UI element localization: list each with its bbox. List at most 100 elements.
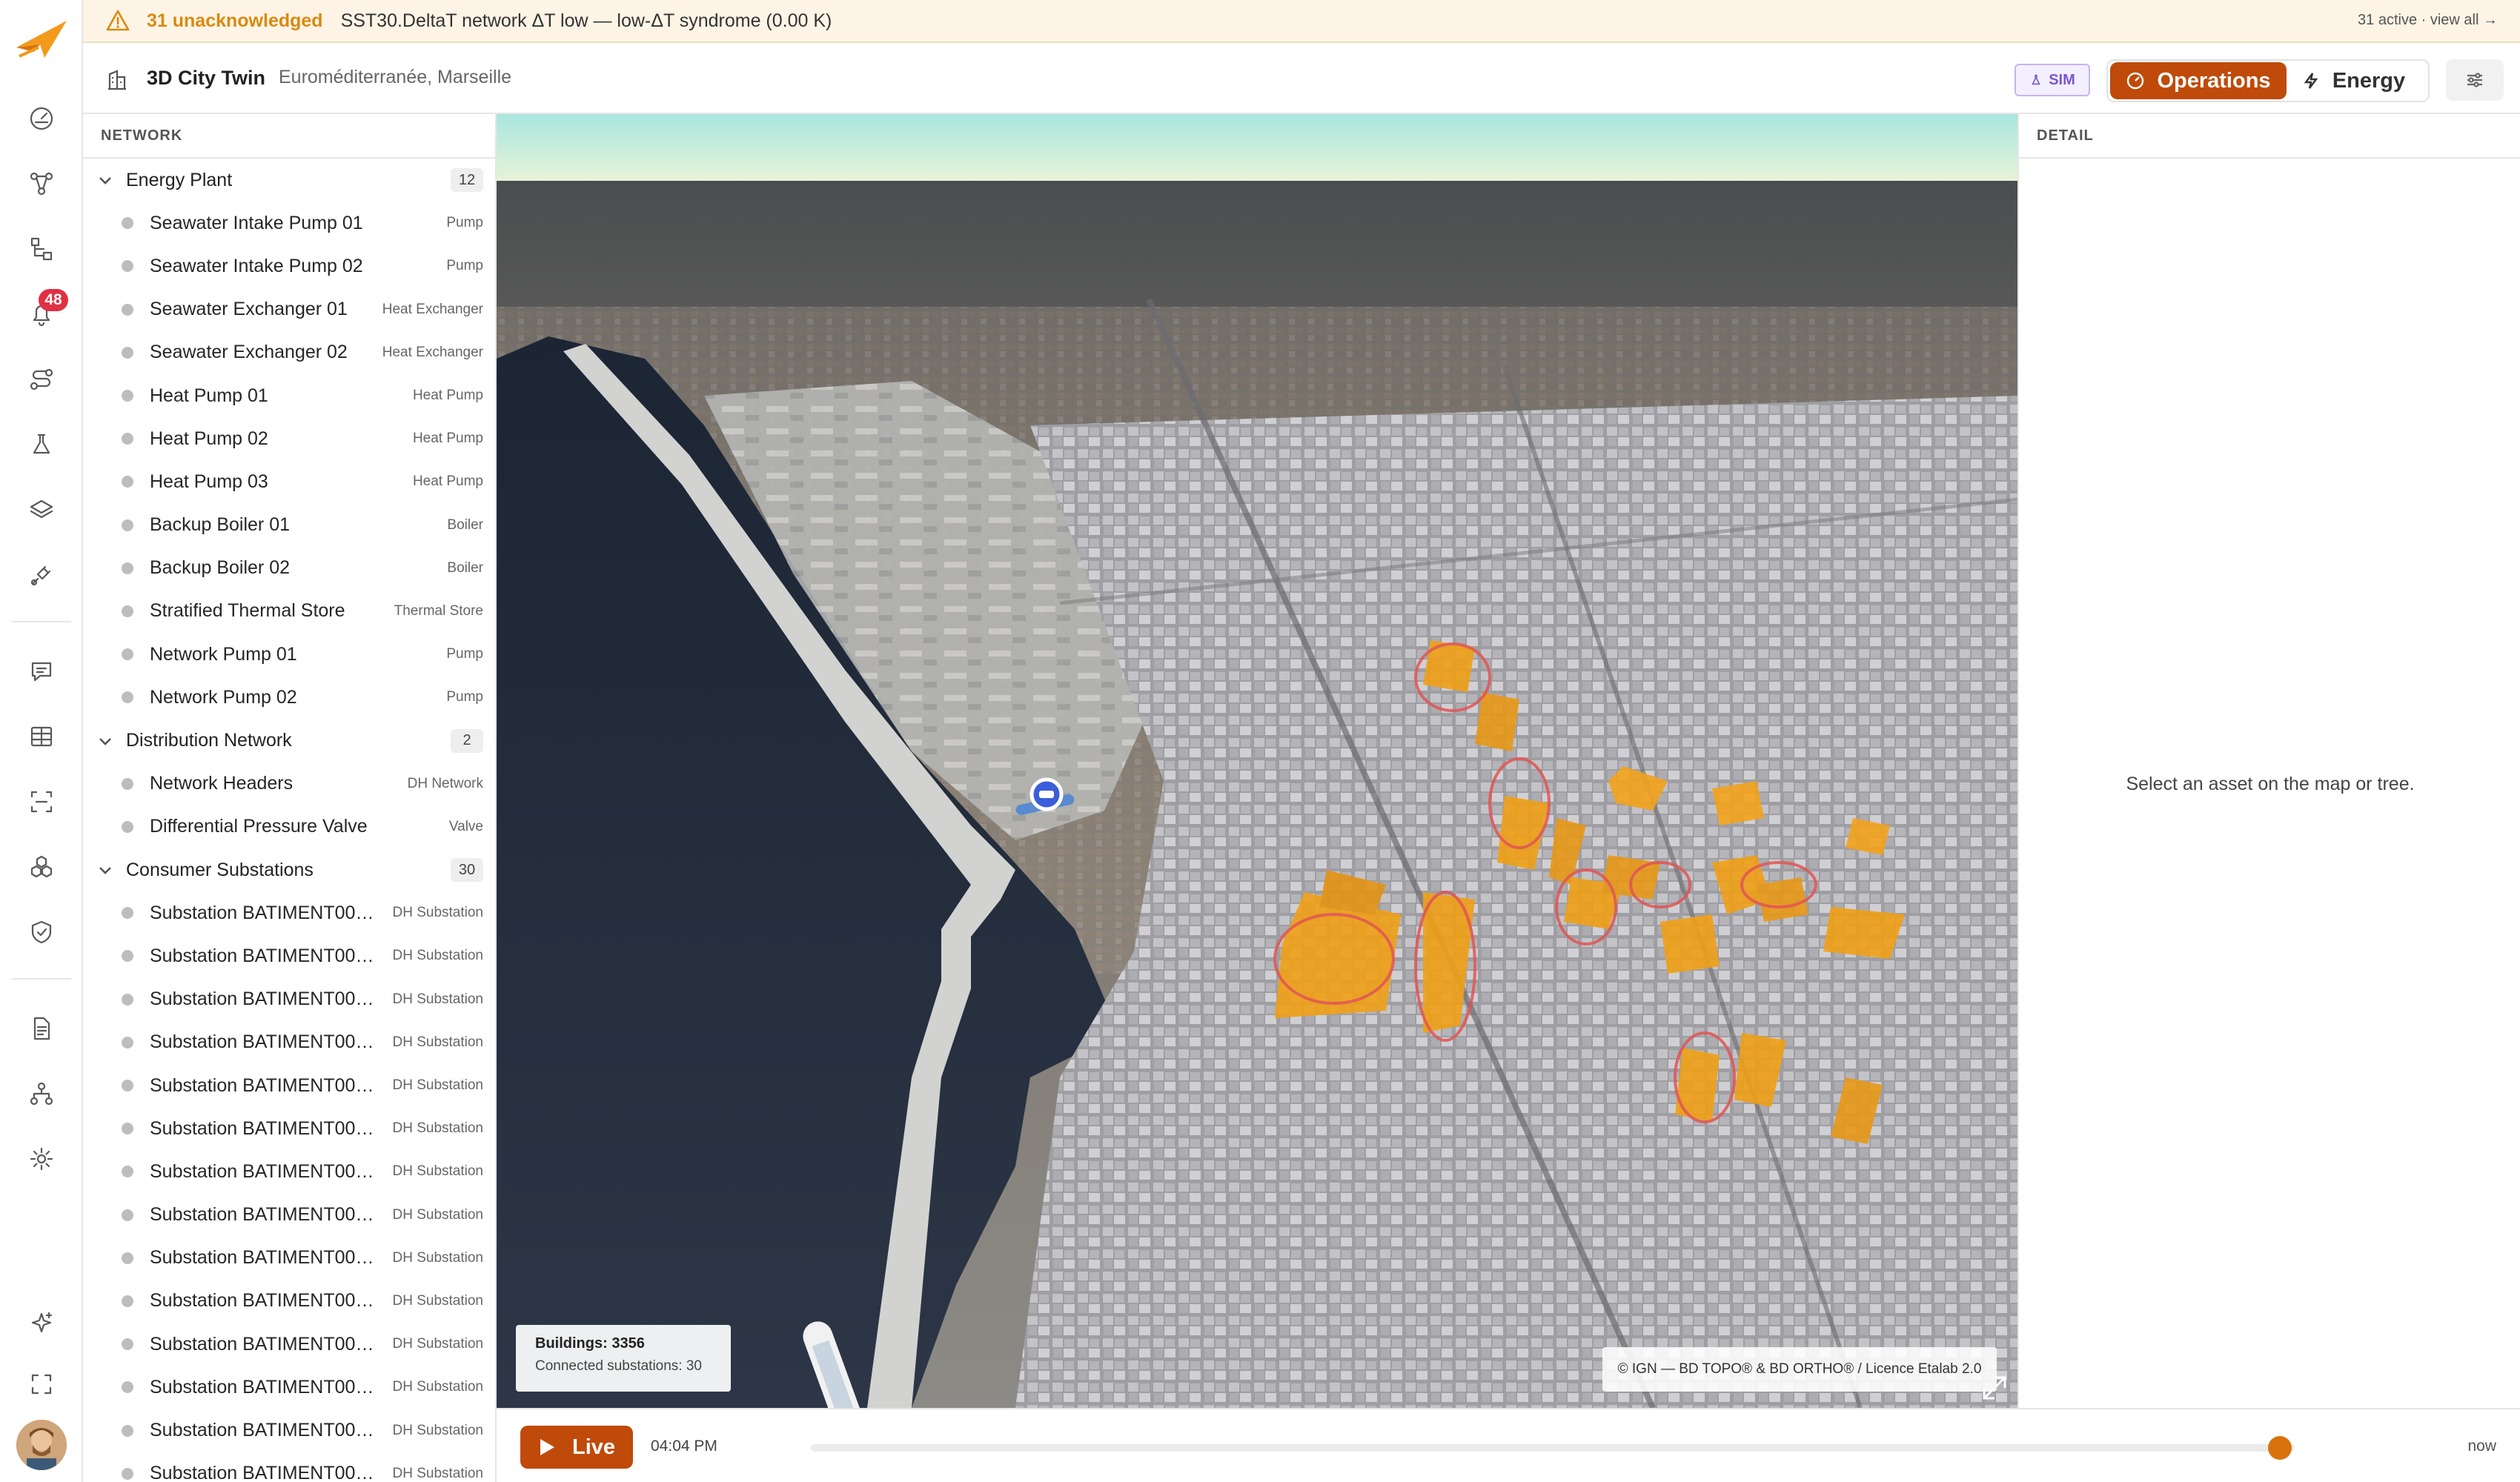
- tree-item[interactable]: Network Pump 01 Pump: [83, 633, 495, 676]
- tree-item-label: Substation BATIMENT0000…: [150, 1117, 379, 1139]
- map-expand-button[interactable]: [1974, 1368, 2015, 1408]
- live-button[interactable]: Live: [520, 1426, 633, 1469]
- tree-item-label: Substation BATIMENT0000…: [150, 1160, 379, 1182]
- tree-item-type: DH Substation: [392, 1249, 483, 1266]
- plug-icon[interactable]: [19, 553, 64, 597]
- tree-item-label: Heat Pump 01: [150, 385, 268, 406]
- tree-item-label: Network Pump 02: [150, 686, 297, 708]
- status-dot: [122, 605, 133, 617]
- tree-item[interactable]: Substation BATIMENT0000… DH Substation: [83, 1452, 495, 1482]
- status-dot: [122, 390, 133, 402]
- tree-item[interactable]: Substation BATIMENT0000… DH Substation: [83, 891, 495, 934]
- org-chart-icon[interactable]: [19, 1071, 64, 1116]
- tree-item[interactable]: Substation BATIMENT0000… DH Substation: [83, 1107, 495, 1150]
- shield-icon[interactable]: [19, 910, 64, 954]
- tree-item-label: Substation BATIMENT0000…: [150, 1247, 379, 1269]
- live-label: Live: [571, 1435, 616, 1459]
- tree-item-label: Substation BATIMENT0000…: [150, 988, 379, 1010]
- network-graph-icon[interactable]: [19, 162, 64, 206]
- 3d-city-map[interactable]: Buildings: 3356 Connected substations: 3…: [497, 114, 2017, 1408]
- status-dot: [122, 1252, 133, 1264]
- mode-operations-button[interactable]: Operations: [2110, 62, 2287, 99]
- status-dot: [122, 519, 133, 531]
- tree-item[interactable]: Differential Pressure Valve Valve: [83, 805, 495, 848]
- fullscreen-icon[interactable]: [19, 1362, 64, 1406]
- tree-item[interactable]: Substation BATIMENT0000… DH Substation: [83, 934, 495, 977]
- view-all-alerts-link[interactable]: 31 active · view all →: [2358, 12, 2498, 29]
- tree-item[interactable]: Backup Boiler 01 Boiler: [83, 504, 495, 547]
- map-scene[interactable]: [497, 114, 2017, 1408]
- detail-panel-heading: DETAIL: [2019, 114, 2520, 159]
- flask-icon[interactable]: [19, 422, 64, 467]
- status-dot: [122, 433, 133, 445]
- route-icon[interactable]: [19, 357, 64, 402]
- tree-item[interactable]: Seawater Exchanger 02 Heat Exchanger: [83, 331, 495, 374]
- timeline-track[interactable]: [811, 1444, 2295, 1452]
- alert-message: SST30.DeltaT network ΔT low — low-ΔT syn…: [340, 10, 832, 31]
- tree-group[interactable]: Energy Plant 12: [83, 159, 495, 202]
- tree-item[interactable]: Heat Pump 03 Heat Pump: [83, 460, 495, 503]
- tree-item-type: Heat Pump: [412, 431, 483, 447]
- tree-item[interactable]: Seawater Exchanger 01 Heat Exchanger: [83, 288, 495, 331]
- tree-group[interactable]: Consumer Substations 30: [83, 848, 495, 891]
- rail-divider: [12, 621, 71, 622]
- document-icon[interactable]: [19, 1006, 64, 1051]
- tree-item[interactable]: Substation BATIMENT0000… DH Substation: [83, 1280, 495, 1323]
- timeline-scrubber-handle[interactable]: [2267, 1436, 2292, 1460]
- tree-item[interactable]: Substation BATIMENT0000… DH Substation: [83, 1366, 495, 1409]
- hierarchy-icon[interactable]: [19, 227, 64, 271]
- tree-group-count: 2: [451, 728, 483, 753]
- tree-item[interactable]: Heat Pump 02 Heat Pump: [83, 417, 495, 460]
- status-dot: [122, 1295, 133, 1307]
- mode-energy-button[interactable]: Energy: [2287, 62, 2420, 99]
- tree-group-count: 12: [451, 168, 483, 193]
- dashboard-icon[interactable]: [19, 96, 64, 141]
- tree-item[interactable]: Substation BATIMENT0000… DH Substation: [83, 1323, 495, 1366]
- tree-item-label: Stratified Thermal Store: [150, 600, 345, 622]
- status-dot: [122, 1123, 133, 1135]
- chat-icon[interactable]: [19, 649, 64, 694]
- tree-item-label: Seawater Exchanger 01: [150, 299, 348, 320]
- alert-banner[interactable]: 31 unacknowledged SST30.DeltaT network Δ…: [83, 0, 2520, 43]
- settings-icon[interactable]: [19, 1137, 64, 1181]
- status-dot: [122, 476, 133, 488]
- tree-item[interactable]: Substation BATIMENT0000… DH Substation: [83, 1409, 495, 1452]
- bell-icon[interactable]: 48: [19, 289, 68, 336]
- tree-item[interactable]: Substation BATIMENT0000… DH Substation: [83, 1021, 495, 1064]
- tree-item[interactable]: Seawater Intake Pump 01 Pump: [83, 202, 495, 245]
- tree-item[interactable]: Heat Pump 01 Heat Pump: [83, 374, 495, 417]
- app-logo-icon[interactable]: [12, 15, 71, 67]
- status-dot: [122, 1209, 133, 1221]
- tree-item-type: Boiler: [447, 516, 483, 533]
- sparkles-icon[interactable]: [19, 1301, 64, 1346]
- tree-item[interactable]: Stratified Thermal Store Thermal Store: [83, 590, 495, 633]
- tree-item[interactable]: Substation BATIMENT0000… DH Substation: [83, 1150, 495, 1193]
- tree-item-type: Heat Exchanger: [382, 344, 483, 360]
- tree-item[interactable]: Network Headers DH Network: [83, 762, 495, 805]
- tree-item[interactable]: Network Pump 02 Pump: [83, 676, 495, 719]
- tree-item[interactable]: Backup Boiler 02 Boiler: [83, 547, 495, 590]
- timeline-bar: Live 04:04 PM now: [497, 1408, 2520, 1482]
- tree-item-label: Substation BATIMENT0000…: [150, 1290, 379, 1312]
- scan-icon[interactable]: [19, 780, 64, 824]
- status-dot: [122, 217, 133, 230]
- lightning-icon: [2304, 73, 2318, 89]
- tree-item[interactable]: Substation BATIMENT0000… DH Substation: [83, 1064, 495, 1107]
- table-icon[interactable]: [19, 714, 64, 759]
- asset-marker[interactable]: [1029, 777, 1064, 811]
- tree-item-type: Boiler: [447, 559, 483, 576]
- sim-badge[interactable]: SIM: [2015, 64, 2090, 96]
- tree-item-label: Substation BATIMENT0000…: [150, 1376, 379, 1398]
- modules-icon[interactable]: [19, 845, 64, 889]
- tree-item[interactable]: Substation BATIMENT0000… DH Substation: [83, 1194, 495, 1237]
- layers-icon[interactable]: [19, 488, 64, 532]
- tree-item[interactable]: Seawater Intake Pump 02 Pump: [83, 245, 495, 288]
- tree-item-label: Backup Boiler 01: [150, 514, 291, 536]
- tree-group[interactable]: Distribution Network 2: [83, 719, 495, 762]
- user-avatar[interactable]: [16, 1420, 67, 1470]
- tree-item[interactable]: Substation BATIMENT0000… DH Substation: [83, 978, 495, 1021]
- tree-item[interactable]: Substation BATIMENT0000… DH Substation: [83, 1237, 495, 1280]
- map-attribution: © IGN — BD TOPO® & BD ORTHO® / Licence E…: [1602, 1347, 1997, 1392]
- settings-sliders-button[interactable]: [2446, 59, 2504, 101]
- tree-item-type: DH Substation: [392, 948, 483, 964]
